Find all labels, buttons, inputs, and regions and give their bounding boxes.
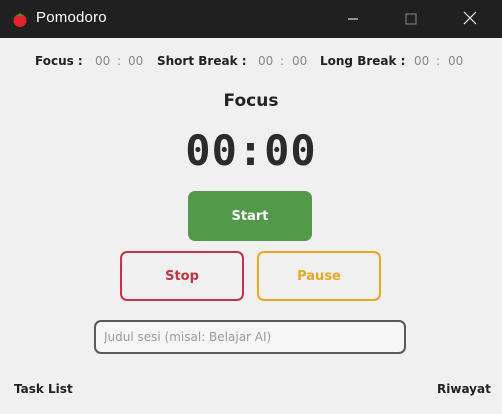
minimize-button[interactable] [330,0,376,38]
long-break-minutes[interactable]: 00 [414,54,429,68]
start-button[interactable]: Start [188,191,312,241]
long-break-separator: : [436,54,441,68]
short-break-separator: : [280,54,285,68]
long-break-label: Long Break : [320,54,406,68]
window-title: Pomodoro [36,9,107,26]
session-mode-title: Focus [223,91,279,111]
focus-separator: : [117,54,122,68]
stop-button[interactable]: Stop [120,251,244,301]
maximize-icon [405,10,417,29]
history-link[interactable]: Riwayat [437,382,491,396]
pause-button[interactable]: Pause [257,251,381,301]
focus-minutes[interactable]: 00 [95,54,110,68]
close-icon [463,10,477,29]
short-break-minutes[interactable]: 00 [258,54,273,68]
task-list-link[interactable]: Task List [14,382,73,396]
timer-display: 00:00 [185,126,317,175]
focus-seconds[interactable]: 00 [128,54,143,68]
short-break-label: Short Break : [157,54,247,68]
long-break-seconds[interactable]: 00 [448,54,463,68]
session-title-input[interactable] [94,320,406,354]
short-break-seconds[interactable]: 00 [292,54,307,68]
tomato-icon [11,10,29,28]
close-button[interactable] [447,0,493,38]
title-bar: Pomodoro [0,0,502,38]
minimize-icon [347,10,359,29]
focus-duration-label: Focus : [35,54,83,68]
duration-settings: Focus : 00 : 00 Short Break : 00 : 00 Lo… [0,54,502,70]
maximize-button[interactable] [388,0,434,38]
